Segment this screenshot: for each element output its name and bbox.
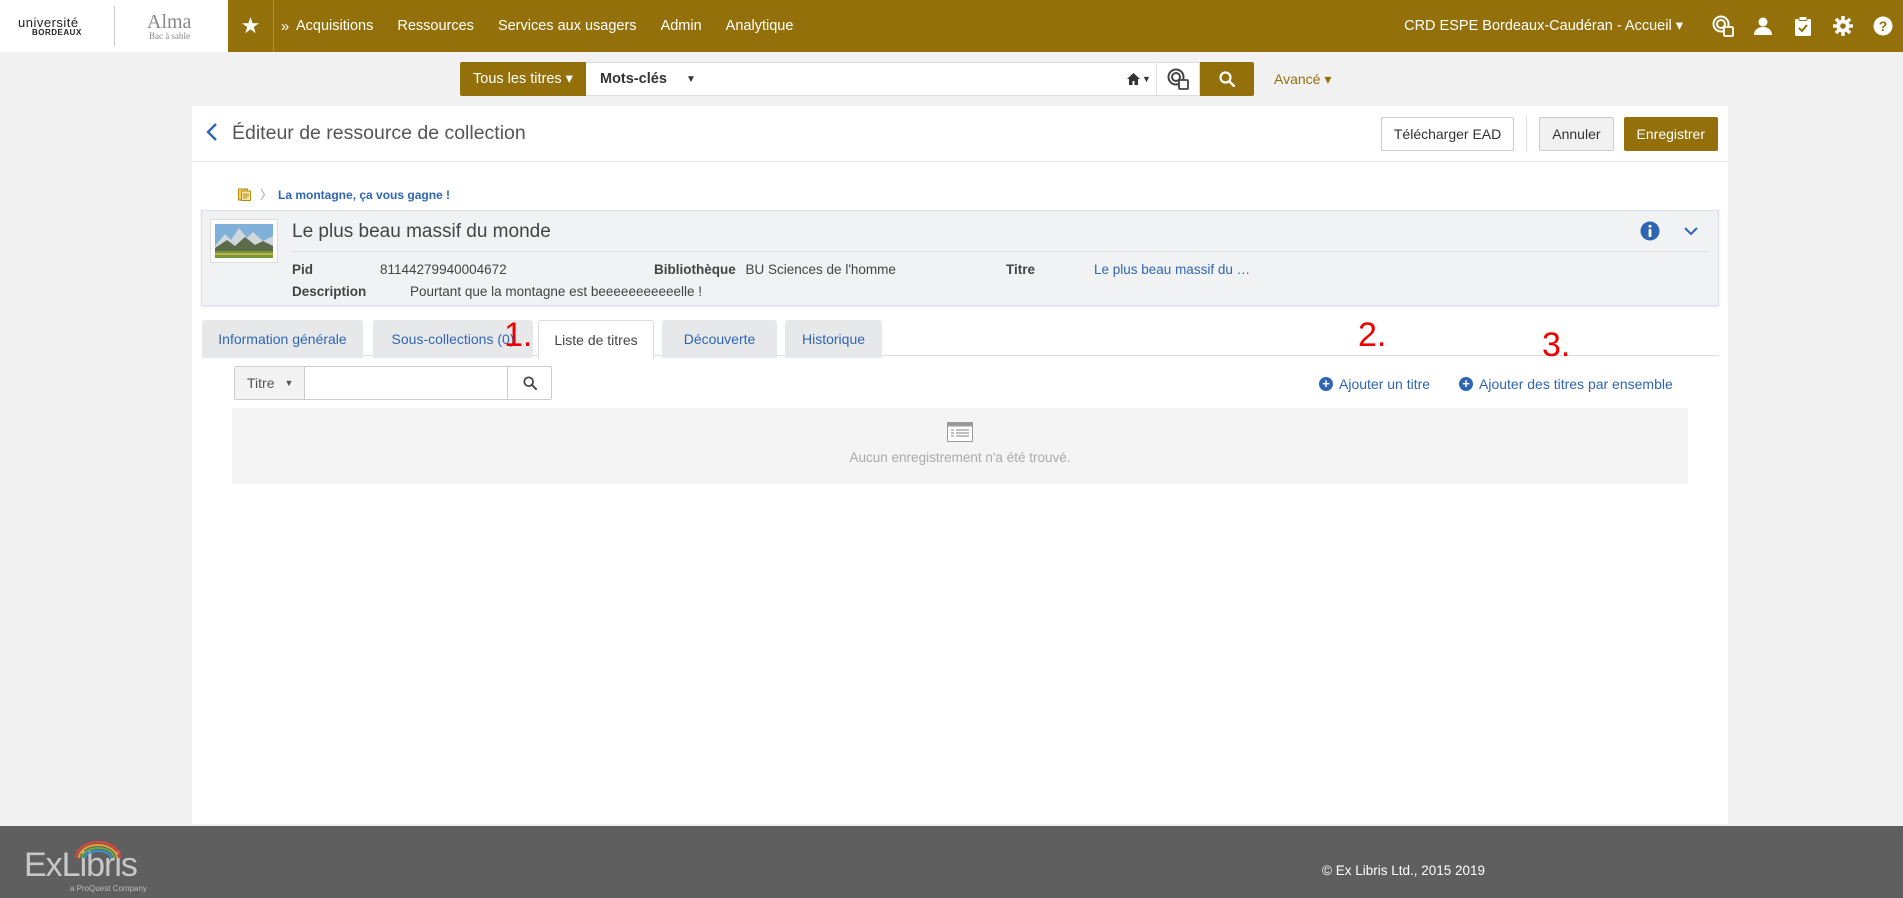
logo-area: université BORDEAUX Alma Bac à sable bbox=[0, 0, 228, 52]
nav-services-usagers[interactable]: Services aux usagers bbox=[498, 18, 637, 34]
nav-admin[interactable]: Admin bbox=[661, 18, 702, 34]
annotation-3: 3. bbox=[1542, 326, 1571, 364]
back-arrow-icon[interactable] bbox=[192, 121, 232, 147]
filter-search-button[interactable] bbox=[507, 367, 551, 399]
save-button[interactable]: Enregistrer bbox=[1623, 117, 1718, 151]
top-bar: université BORDEAUX Alma Bac à sable ★ »… bbox=[0, 0, 1903, 52]
header-actions: Télécharger EAD Annuler Enregistrer bbox=[1380, 117, 1718, 151]
add-title-link[interactable]: + Ajouter un titre bbox=[1319, 376, 1430, 392]
nav-acquisitions[interactable]: Acquisitions bbox=[296, 18, 373, 34]
chevron-down-icon: ▼ bbox=[284, 378, 294, 388]
title-filter: Titre ▼ bbox=[234, 366, 552, 400]
divider bbox=[1526, 117, 1528, 151]
download-ead-button[interactable]: Télécharger EAD bbox=[1380, 117, 1515, 151]
search-input[interactable] bbox=[706, 64, 1122, 94]
search-scope-dropdown[interactable]: Tous les titres ▾ bbox=[460, 62, 586, 96]
rainbow-arc-icon bbox=[75, 841, 121, 858]
tab-bar: Information générale Sous-collections (0… bbox=[202, 316, 1719, 359]
tab-liste-de-titres[interactable]: Liste de titres bbox=[538, 320, 654, 359]
empty-list-icon bbox=[947, 422, 973, 442]
search-bar: Tous les titres ▾ Mots-clés ▼ ▼ Avancé ▾ bbox=[460, 62, 1331, 96]
breadcrumb: 〉 La montagne, ça vous gagne ! bbox=[238, 186, 450, 203]
field-titre: Titre bbox=[1006, 262, 1036, 277]
filter-field-dropdown[interactable]: Titre ▼ bbox=[235, 367, 305, 399]
divider bbox=[292, 251, 1708, 252]
record-summary-card: Le plus beau massif du monde Pid 8114427… bbox=[201, 210, 1719, 306]
search-field-container: Mots-clés ▼ ▼ bbox=[586, 62, 1156, 96]
university-logo[interactable]: université BORDEAUX bbox=[0, 0, 114, 52]
add-titles-bulk-link[interactable]: + Ajouter des titres par ensemble bbox=[1459, 376, 1673, 392]
persistent-search-icon[interactable] bbox=[1703, 0, 1743, 52]
breadcrumb-separator-icon: 〉 bbox=[260, 188, 273, 202]
field-titre-value: Le plus beau massif du … bbox=[1094, 262, 1250, 277]
breadcrumb-parent-collection[interactable]: La montagne, ça vous gagne ! bbox=[278, 188, 450, 202]
tasks-clipboard-icon[interactable] bbox=[1783, 0, 1823, 52]
svg-text:?: ? bbox=[1879, 18, 1888, 34]
field-pid-value: 81144279940004672 bbox=[380, 262, 507, 277]
user-icon[interactable] bbox=[1743, 0, 1783, 52]
collapse-chevron-icon[interactable] bbox=[1684, 223, 1698, 239]
empty-results: Aucun enregistrement n'a été trouvé. bbox=[232, 408, 1688, 484]
tab-decouverte[interactable]: Découverte bbox=[662, 320, 777, 358]
copyright-text: © Ex Libris Ltd., 2015 2019 bbox=[1322, 863, 1486, 878]
tab-information-generale[interactable]: Information générale bbox=[202, 320, 363, 358]
tab-historique[interactable]: Historique bbox=[785, 320, 882, 358]
page-header: Éditeur de ressource de collection Téléc… bbox=[192, 106, 1728, 162]
expand-menu-chevron-icon[interactable]: » bbox=[274, 18, 296, 35]
alma-logo[interactable]: Alma Bac à sable bbox=[115, 12, 191, 41]
footer: ExLibris a ProQuest Company © Ex Libris … bbox=[0, 826, 1903, 898]
annotation-1: 1. bbox=[504, 316, 533, 354]
field-description: Description Pourtant que la montagne est… bbox=[292, 284, 703, 299]
field-bibliotheque: Bibliothèque BU Sciences de l'homme bbox=[654, 262, 896, 277]
institution-selector[interactable]: CRD ESPE Bordeaux-Caudéran - Accueil ▾ bbox=[1404, 18, 1683, 34]
nav-analytique[interactable]: Analytique bbox=[726, 18, 794, 34]
plus-circle-icon: + bbox=[1459, 377, 1473, 391]
favorites-star-icon[interactable]: ★ bbox=[228, 0, 274, 52]
nav-ressources[interactable]: Ressources bbox=[397, 18, 474, 34]
info-icon[interactable] bbox=[1640, 221, 1660, 244]
help-icon[interactable]: ? bbox=[1863, 0, 1903, 52]
main-panel: Éditeur de ressource de collection Téléc… bbox=[192, 106, 1728, 824]
top-right-area: CRD ESPE Bordeaux-Caudéran - Accueil ▾ ? bbox=[1404, 0, 1903, 52]
field-pid: Pid bbox=[292, 262, 314, 277]
empty-message: Aucun enregistrement n'a été trouvé. bbox=[849, 450, 1071, 465]
chevron-down-icon[interactable]: ▼ bbox=[686, 74, 706, 85]
settings-gear-icon[interactable] bbox=[1823, 0, 1863, 52]
exlibris-logo[interactable]: ExLibris a ProQuest Company bbox=[24, 840, 147, 893]
home-scope-icon[interactable]: ▼ bbox=[1122, 73, 1156, 85]
page-title: Éditeur de ressource de collection bbox=[232, 122, 526, 144]
plus-circle-icon: + bbox=[1319, 377, 1333, 391]
record-title: Le plus beau massif du monde bbox=[292, 221, 551, 242]
record-thumbnail bbox=[210, 219, 278, 263]
advanced-search-link[interactable]: Avancé ▾ bbox=[1274, 62, 1331, 96]
titre-link[interactable]: Le plus beau massif du … bbox=[1094, 262, 1250, 277]
annotation-2: 2. bbox=[1358, 316, 1387, 354]
filter-input[interactable] bbox=[305, 367, 507, 399]
search-button[interactable] bbox=[1200, 62, 1254, 96]
cancel-button[interactable]: Annuler bbox=[1539, 117, 1614, 151]
persistent-search-toggle-icon[interactable] bbox=[1156, 62, 1200, 96]
collection-icon bbox=[238, 188, 251, 201]
search-field-selector[interactable]: Mots-clés bbox=[586, 71, 686, 87]
